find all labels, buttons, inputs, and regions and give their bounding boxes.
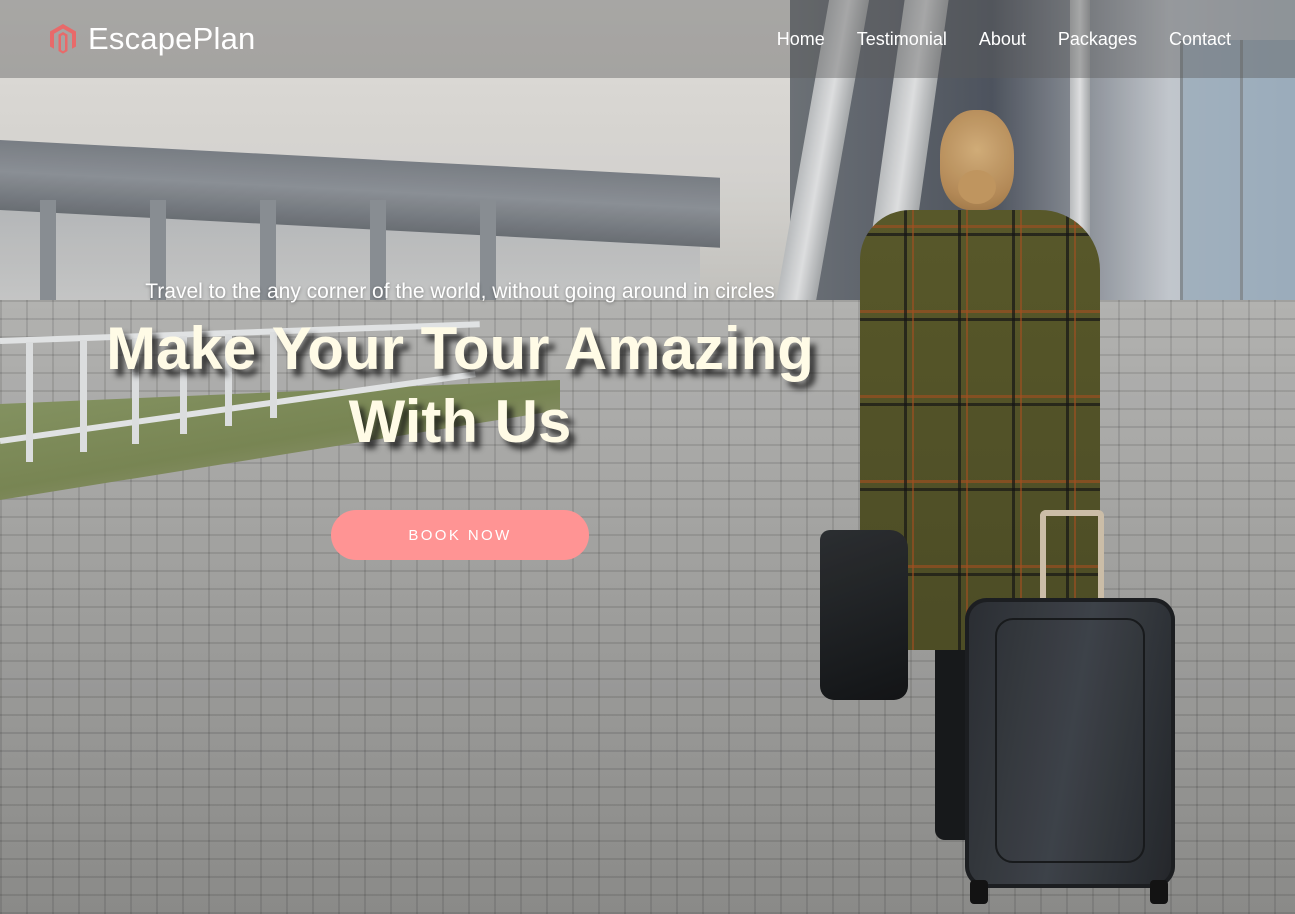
nav-item-packages: Packages — [1058, 29, 1137, 50]
hero-headline-line2: With Us — [348, 388, 572, 455]
nav-item-contact: Contact — [1169, 29, 1231, 50]
nav-item-home: Home — [777, 29, 825, 50]
nav-item-testimonial: Testimonial — [857, 29, 947, 50]
nav-link-contact[interactable]: Contact — [1169, 29, 1231, 49]
site-header: EscapePlan Home Testimonial About Packag… — [0, 0, 1295, 78]
hero-content: Travel to the any corner of the world, w… — [60, 280, 860, 560]
nav-link-about[interactable]: About — [979, 29, 1026, 49]
nav-link-testimonial[interactable]: Testimonial — [857, 29, 947, 49]
hero-tagline: Travel to the any corner of the world, w… — [145, 280, 775, 303]
main-nav: Home Testimonial About Packages Contact — [777, 29, 1231, 50]
brand[interactable]: EscapePlan — [48, 21, 255, 57]
hero-headline: Make Your Tour Amazing With Us — [60, 312, 860, 458]
brand-name: EscapePlan — [88, 21, 256, 56]
logo-icon — [48, 23, 78, 55]
hero-headline-line1: Make Your Tour Amazing — [106, 315, 814, 382]
nav-link-home[interactable]: Home — [777, 29, 825, 49]
nav-item-about: About — [979, 29, 1026, 50]
book-now-button[interactable]: BOOK NOW — [331, 510, 589, 560]
nav-link-packages[interactable]: Packages — [1058, 29, 1137, 49]
